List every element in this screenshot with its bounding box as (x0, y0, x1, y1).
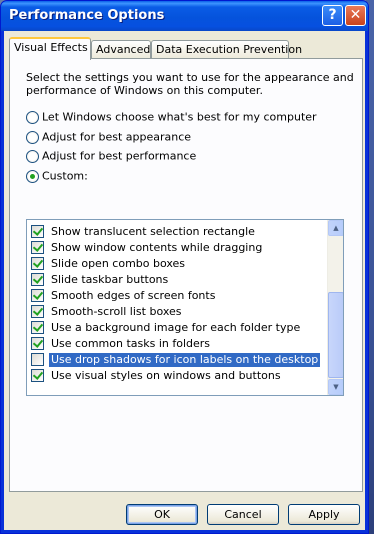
intro-text: Select the settings you want to use for … (26, 71, 354, 97)
checkbox[interactable] (31, 353, 44, 366)
tab-data-execution-prevention[interactable]: Data Execution Prevention (151, 40, 302, 59)
visual-effects-items: Show translucent selection rectangle Show… (27, 224, 327, 384)
list-item[interactable]: Show translucent selection rectangle (27, 224, 327, 240)
list-item[interactable]: Smooth edges of screen fonts (27, 288, 327, 304)
close-button[interactable]: ✕ (345, 5, 366, 26)
tab-advanced[interactable]: Advanced (91, 40, 151, 59)
title-bar[interactable]: Performance Options ? ✕ (1, 1, 368, 31)
checkbox[interactable] (31, 273, 44, 286)
checkbox[interactable] (31, 369, 44, 382)
checkbox[interactable] (31, 337, 44, 350)
radio-button[interactable] (26, 130, 39, 144)
list-item-label: Smooth-scroll list boxes (51, 305, 182, 318)
window-title: Performance Options (9, 8, 165, 23)
list-item[interactable]: Slide taskbar buttons (27, 272, 327, 288)
dialog-client-area: Visual Effects Advanced Data Execution P… (4, 31, 365, 530)
scroll-down-button[interactable]: ▼ (328, 379, 343, 395)
list-item-label: Use a background image for each folder t… (51, 321, 301, 334)
radio-best-appearance[interactable]: Adjust for best appearance (26, 130, 191, 146)
close-icon: ✕ (349, 7, 362, 23)
tab-visual-effects[interactable]: Visual Effects (9, 37, 91, 60)
performance-options-dialog: Performance Options ? ✕ Visual Effects A… (0, 0, 369, 534)
list-item[interactable]: Slide open combo boxes (27, 256, 327, 272)
visual-effects-list[interactable]: Show translucent selection rectangle Show… (26, 219, 344, 396)
vertical-scrollbar[interactable]: ▲ ▼ (327, 220, 343, 395)
list-item[interactable]: Use visual styles on windows and buttons (27, 368, 327, 384)
scroll-thumb[interactable] (328, 292, 343, 378)
checkbox[interactable] (31, 257, 44, 270)
scroll-up-button[interactable]: ▲ (328, 220, 343, 236)
help-icon: ? (328, 7, 337, 23)
help-button[interactable]: ? (322, 5, 343, 26)
list-item[interactable]: Use common tasks in folders (27, 336, 327, 352)
list-item-label: Use drop shadows for icon labels on the … (49, 353, 321, 367)
list-item-label: Show translucent selection rectangle (51, 225, 255, 238)
radio-button[interactable] (26, 149, 39, 163)
list-item-label: Slide open combo boxes (51, 257, 186, 270)
list-item[interactable]: Use a background image for each folder t… (27, 320, 327, 336)
list-item[interactable]: Smooth-scroll list boxes (27, 304, 327, 320)
list-item-label: Smooth edges of screen fonts (51, 289, 216, 302)
checkbox[interactable] (31, 241, 44, 254)
checkbox[interactable] (31, 321, 44, 334)
checkbox[interactable] (31, 225, 44, 238)
radio-let-windows-choose[interactable]: Let Windows choose what's best for my co… (26, 110, 317, 126)
radio-best-performance[interactable]: Adjust for best performance (26, 149, 196, 165)
checkbox[interactable] (31, 305, 44, 318)
ok-button[interactable]: OK (126, 504, 198, 525)
radio-label: Let Windows choose what's best for my co… (42, 110, 317, 124)
radio-label: Adjust for best appearance (42, 130, 192, 144)
list-item[interactable]: Use drop shadows for icon labels on the … (27, 352, 327, 368)
checkbox[interactable] (31, 289, 44, 302)
list-item-label: Use common tasks in folders (51, 337, 211, 350)
list-item-label: Use visual styles on windows and buttons (51, 369, 281, 382)
list-item-label: Slide taskbar buttons (51, 273, 169, 286)
list-item[interactable]: Show window contents while dragging (27, 240, 327, 256)
radio-button[interactable] (26, 169, 39, 183)
cancel-button[interactable]: Cancel (207, 504, 279, 525)
radio-label: Adjust for best performance (42, 149, 197, 163)
list-item-label: Show window contents while dragging (51, 241, 263, 254)
radio-custom[interactable]: Custom: (26, 169, 88, 185)
apply-button[interactable]: Apply (288, 504, 360, 525)
visual-effects-panel: Select the settings you want to use for … (9, 58, 363, 492)
radio-label: Custom: (42, 169, 88, 183)
radio-button[interactable] (26, 110, 39, 124)
